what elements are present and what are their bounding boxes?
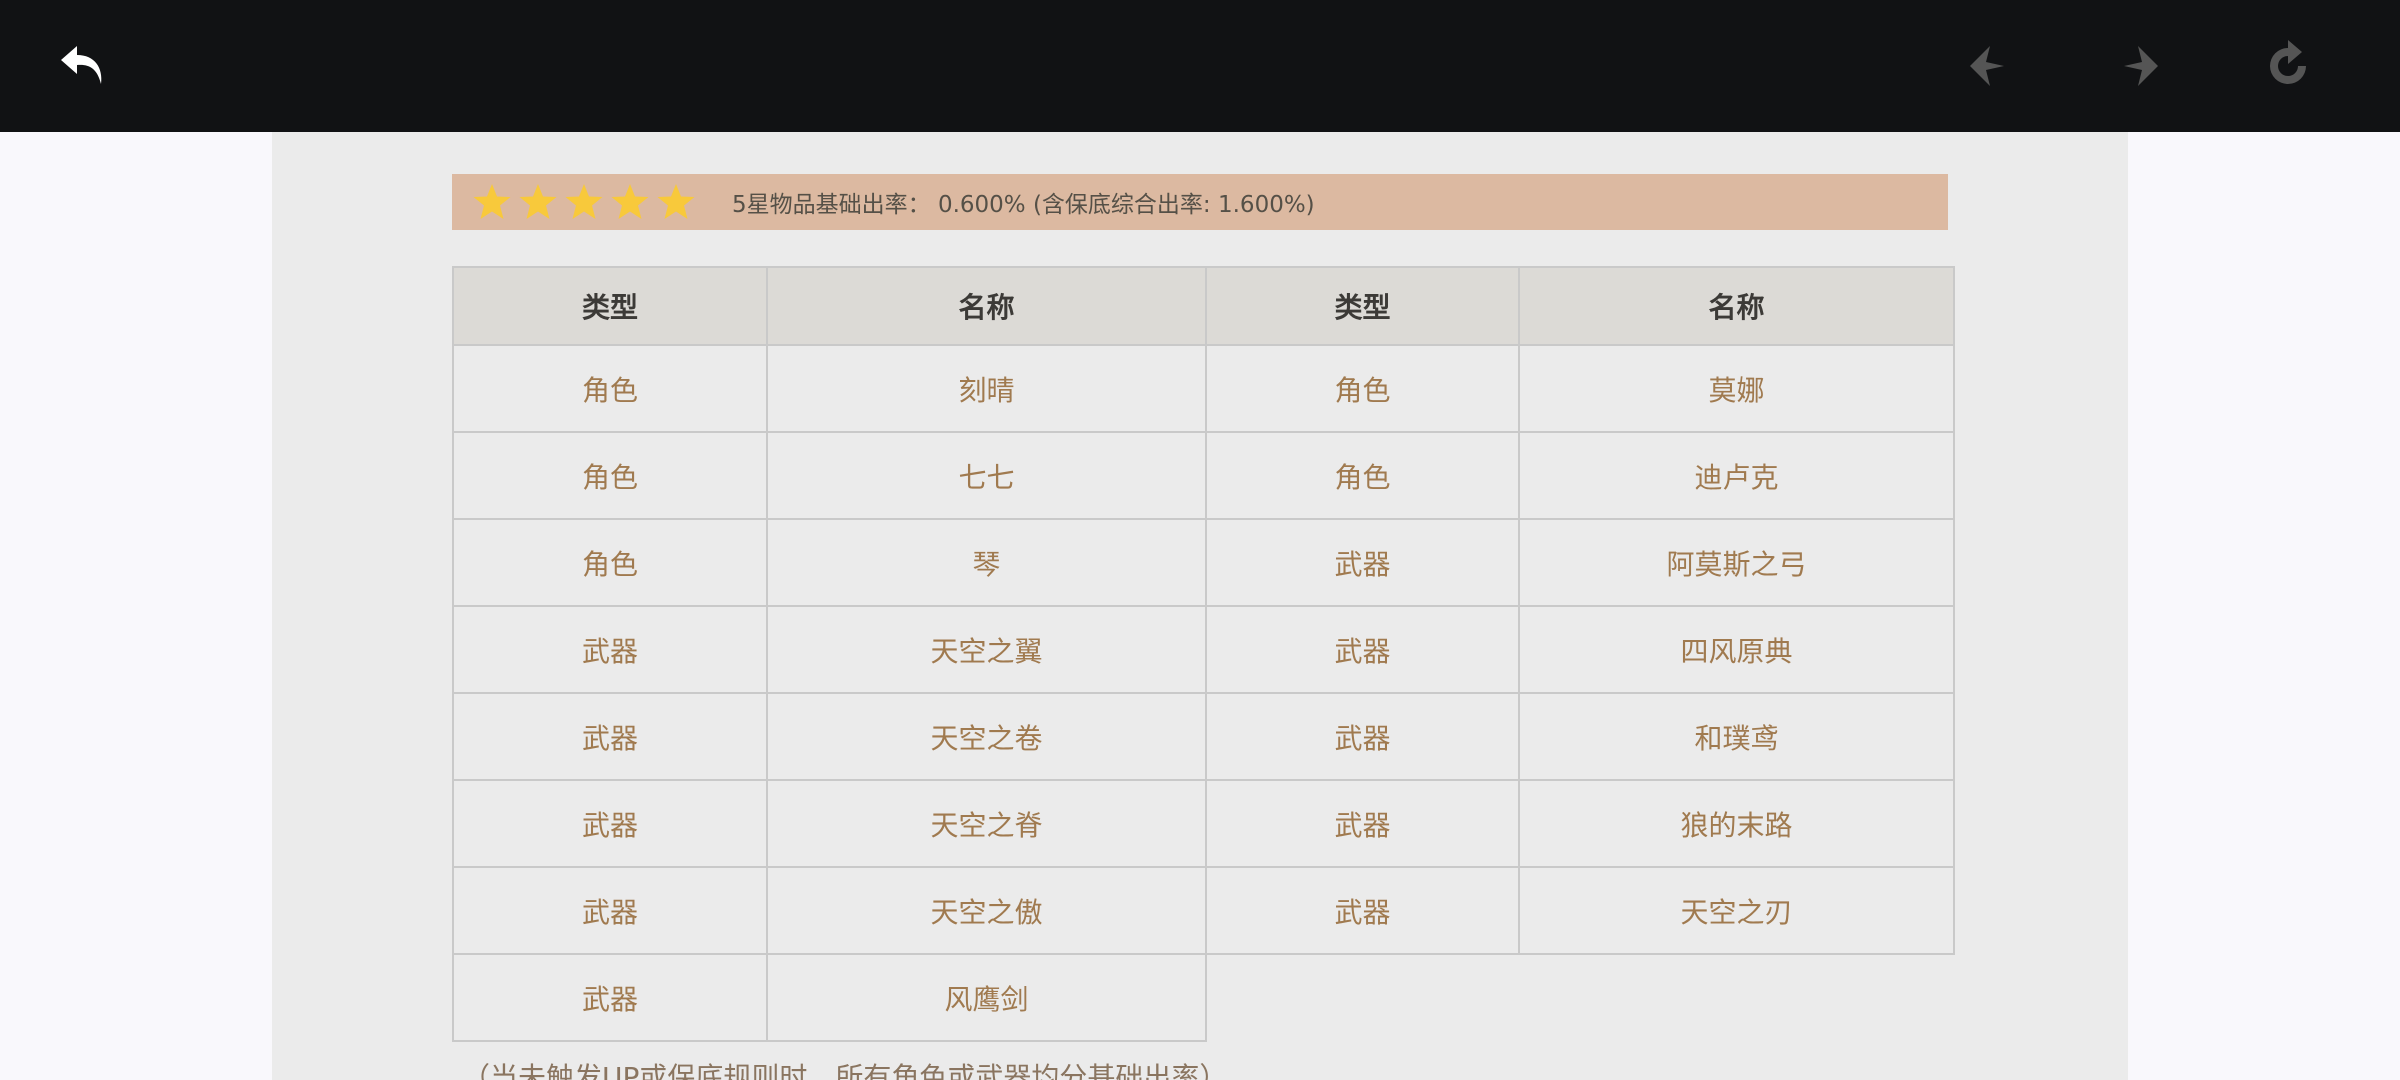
cell-name: 阿莫斯之弓 — [1518, 518, 1955, 607]
back-arrow-icon — [61, 46, 102, 84]
cell-name: 和璞鸢 — [1518, 692, 1955, 781]
table-row: 角色 琴 武器 阿莫斯之弓 — [452, 518, 1955, 607]
cell-type: 武器 — [1205, 518, 1520, 607]
star-icon — [473, 184, 511, 219]
cell-type: 武器 — [1205, 779, 1520, 868]
table-row: 武器 天空之脊 武器 狼的末路 — [452, 779, 1955, 868]
table-row: 武器 风鹰剑 — [452, 953, 1954, 1042]
table-row: 角色 刻晴 角色 莫娜 — [452, 344, 1955, 433]
star-icon — [657, 184, 695, 219]
star-rating — [472, 182, 702, 222]
cell-name: 莫娜 — [1518, 344, 1955, 433]
star-icon — [519, 184, 557, 219]
cell-name: 天空之脊 — [766, 779, 1207, 868]
cell-name: 狼的末路 — [1518, 779, 1955, 868]
browser-toolbar — [0, 0, 2400, 132]
cell-name: 天空之卷 — [766, 692, 1207, 781]
header-name: 名称 — [766, 266, 1207, 346]
star-icon — [565, 184, 603, 219]
cell-empty — [1519, 953, 1954, 1041]
item-pool-table: 类型 名称 类型 名称 角色 刻晴 角色 莫娜 角色 七七 角色 迪卢克 角色 … — [452, 266, 1955, 1042]
next-diamond-icon — [2124, 46, 2158, 86]
table-row: 角色 七七 角色 迪卢克 — [452, 431, 1955, 520]
rate-text: 5星物品基础出率： 0.600% (含保底综合出率: 1.600%) — [732, 192, 1315, 218]
cell-type: 武器 — [452, 692, 768, 781]
prev-diamond-icon — [1970, 46, 2004, 86]
cell-empty — [1206, 953, 1519, 1041]
cell-type: 角色 — [1205, 431, 1520, 520]
cell-type: 武器 — [452, 866, 768, 955]
table-header-row: 类型 名称 类型 名称 — [452, 266, 1955, 346]
back-button[interactable] — [43, 26, 123, 106]
header-type: 类型 — [452, 266, 768, 346]
table-row: 武器 天空之卷 武器 和璞鸢 — [452, 692, 1955, 781]
cell-type: 武器 — [1205, 866, 1520, 955]
header-name: 名称 — [1518, 266, 1955, 346]
rate-note: （当未触发UP或保底规则时，所有角色或武器均分基础出率） — [462, 1061, 1228, 1080]
cell-type: 武器 — [1205, 605, 1520, 694]
cell-type: 武器 — [452, 605, 768, 694]
cell-name: 天空之傲 — [766, 866, 1207, 955]
reload-icon — [2270, 40, 2306, 84]
cell-type: 武器 — [1205, 692, 1520, 781]
cell-name: 七七 — [766, 431, 1207, 520]
cell-name: 天空之翼 — [766, 605, 1207, 694]
five-star-rate-bar: 5星物品基础出率： 0.600% (含保底综合出率: 1.600%) — [452, 174, 1948, 230]
cell-type: 武器 — [452, 953, 768, 1042]
cell-type: 武器 — [452, 779, 768, 868]
star-icon — [611, 184, 649, 219]
cell-name: 天空之刃 — [1518, 866, 1955, 955]
cell-type: 角色 — [452, 431, 768, 520]
next-button[interactable] — [2098, 26, 2178, 106]
cell-type: 角色 — [452, 344, 768, 433]
cell-name: 迪卢克 — [1518, 431, 1955, 520]
wish-detail-content: 5星物品基础出率： 0.600% (含保底综合出率: 1.600%) 类型 名称… — [272, 132, 2128, 1080]
cell-name: 刻晴 — [766, 344, 1207, 433]
header-type: 类型 — [1205, 266, 1520, 346]
reload-button[interactable] — [2248, 26, 2328, 106]
prev-button[interactable] — [1950, 26, 2030, 106]
cell-name: 琴 — [766, 518, 1207, 607]
cell-name: 四风原典 — [1518, 605, 1955, 694]
cell-name: 风鹰剑 — [766, 953, 1207, 1042]
cell-type: 角色 — [452, 518, 768, 607]
table-row: 武器 天空之傲 武器 天空之刃 — [452, 866, 1955, 955]
table-row: 武器 天空之翼 武器 四风原典 — [452, 605, 1955, 694]
cell-type: 角色 — [1205, 344, 1520, 433]
